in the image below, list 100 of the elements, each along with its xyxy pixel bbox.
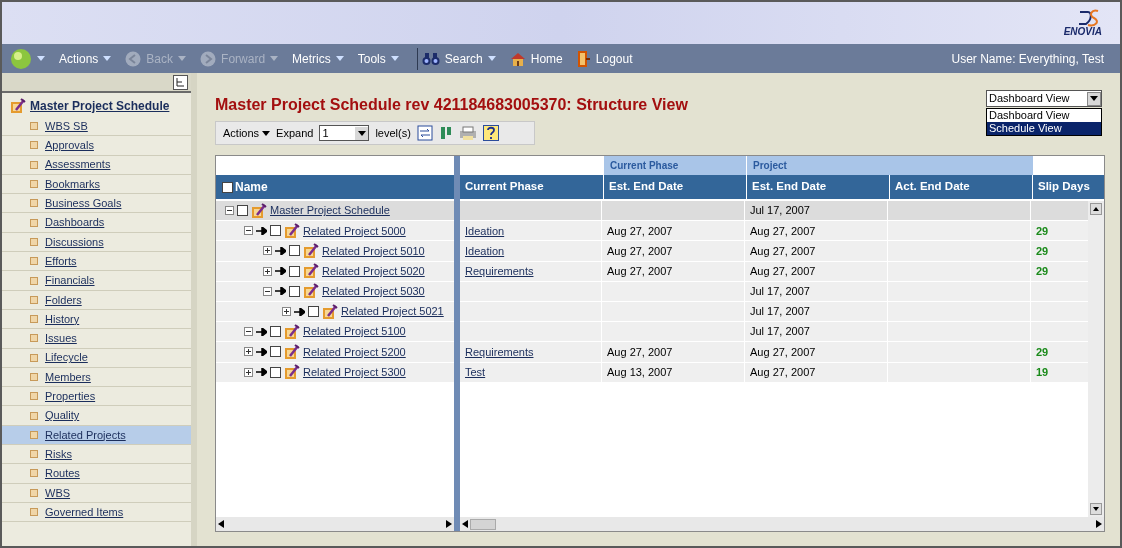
bullet-icon xyxy=(30,160,38,169)
right-arrow-icon xyxy=(294,307,305,316)
scroll-thumb[interactable] xyxy=(470,518,496,530)
project-icon xyxy=(10,98,26,114)
sidebar-item[interactable]: History xyxy=(2,309,191,330)
sidebar-item[interactable]: Financials xyxy=(2,271,191,291)
vertical-scrollbar[interactable] xyxy=(1088,201,1104,517)
sidebar-item[interactable]: Discussions xyxy=(2,232,191,253)
row-checkbox[interactable] xyxy=(270,225,281,237)
project-heading-link[interactable]: Master Project Schedule xyxy=(30,97,170,115)
table-cell-text: Aug 27, 2007 xyxy=(607,243,673,259)
sidebar-item[interactable]: Folders xyxy=(2,290,191,310)
right-arrow-icon xyxy=(256,368,267,377)
phase-link[interactable]: Requirements xyxy=(465,343,534,361)
scroll-down-icon[interactable] xyxy=(1090,503,1102,515)
bullet-icon xyxy=(30,315,38,324)
phase-link[interactable]: Test xyxy=(465,363,486,381)
bullet-icon xyxy=(30,334,38,343)
sidebar-item[interactable]: Bookmarks xyxy=(2,174,191,195)
sidebar-item[interactable]: Members xyxy=(2,367,191,388)
table-cell-text: Jul 17, 2007 xyxy=(750,284,810,300)
view-option[interactable]: Dashboard View xyxy=(987,109,1101,122)
sidebar-item[interactable]: WBS xyxy=(2,483,191,503)
row-checkbox[interactable] xyxy=(289,285,300,297)
swap-icon[interactable] xyxy=(416,125,433,141)
slip-days-value: 19 xyxy=(1036,364,1049,380)
brand-name: ENOVIA xyxy=(1063,27,1102,37)
phase-link[interactable]: Requirements xyxy=(465,262,534,280)
globe-logo-icon[interactable] xyxy=(10,47,32,70)
row-checkbox[interactable] xyxy=(270,346,281,358)
row-checkbox[interactable] xyxy=(270,366,281,378)
bullet-icon xyxy=(30,469,38,478)
scroll-up-icon[interactable] xyxy=(1090,203,1102,215)
sidebar-item[interactable]: Efforts xyxy=(2,252,191,272)
sidebar-item[interactable]: WBS SB xyxy=(2,117,191,137)
select-all-checkbox[interactable] xyxy=(222,181,233,193)
expand-icon[interactable] xyxy=(282,307,291,317)
bullet-icon xyxy=(30,237,38,246)
help-icon[interactable] xyxy=(482,125,499,141)
bullet-icon xyxy=(30,450,38,459)
expand-icon[interactable] xyxy=(244,367,253,377)
scroll-right-icon[interactable] xyxy=(446,520,452,528)
sidebar-item[interactable]: Properties xyxy=(2,387,191,407)
row-checkbox[interactable] xyxy=(289,245,300,257)
bullet-icon xyxy=(30,508,38,517)
phase-link[interactable]: Ideation xyxy=(465,222,505,240)
table-cell-text: Aug 27, 2007 xyxy=(750,263,816,279)
collapse-icon[interactable] xyxy=(263,286,272,296)
view-option[interactable]: Schedule View xyxy=(987,122,1101,135)
table-cell-text: Aug 27, 2007 xyxy=(750,364,816,380)
scroll-left-icon[interactable] xyxy=(462,520,468,528)
collapse-icon[interactable] xyxy=(244,226,253,236)
scroll-right-icon[interactable] xyxy=(1096,520,1102,528)
horizontal-scrollbar[interactable] xyxy=(216,517,454,531)
bullet-icon xyxy=(30,199,38,208)
view-select[interactable]: Dashboard View xyxy=(986,90,1102,107)
slip-days-value: 29 xyxy=(1036,223,1049,239)
sidebar-item[interactable]: Business Goals xyxy=(2,194,191,214)
printer-icon[interactable] xyxy=(458,125,477,141)
horizontal-scrollbar[interactable] xyxy=(460,517,1104,531)
nav-link[interactable]: Home xyxy=(530,49,563,68)
sidebar-item[interactable]: Risks xyxy=(2,445,191,465)
phase-link[interactable]: Ideation xyxy=(465,242,505,260)
group-header: Project xyxy=(747,156,1033,175)
project-icon xyxy=(284,323,300,340)
menu-link[interactable]: Actions xyxy=(59,49,99,68)
collapse-icon[interactable] xyxy=(225,206,234,216)
sidebar-item[interactable]: Related Projects xyxy=(2,425,191,446)
sidebar-item[interactable]: Governed Items xyxy=(2,502,191,523)
expand-select[interactable]: 1 xyxy=(319,125,370,141)
actions-menu[interactable]: Actions xyxy=(223,124,271,142)
sidebar-item[interactable]: Dashboards xyxy=(2,213,191,233)
row-checkbox[interactable] xyxy=(237,205,248,217)
levels-label: level(s) xyxy=(375,125,411,141)
collapse-icon[interactable] xyxy=(244,327,253,337)
row-checkbox[interactable] xyxy=(270,326,281,338)
expand-icon[interactable] xyxy=(263,246,272,256)
expand-icon[interactable] xyxy=(263,266,272,276)
door-icon xyxy=(576,49,591,68)
column-header: Name xyxy=(235,179,268,196)
row-checkbox[interactable] xyxy=(308,306,319,318)
table-cell-text: Jul 17, 2007 xyxy=(750,324,810,340)
binoculars-icon xyxy=(421,51,440,66)
right-arrow-icon xyxy=(275,246,286,255)
row-checkbox[interactable] xyxy=(289,265,300,277)
user-name: User Name: Everything, Test xyxy=(951,50,1104,68)
sidebar-item[interactable]: Routes xyxy=(2,464,191,484)
menu-link[interactable]: Metrics xyxy=(292,49,331,68)
scroll-left-icon[interactable] xyxy=(218,520,224,528)
sidebar-item[interactable]: Assessments xyxy=(2,155,191,175)
nav-link[interactable]: Logout xyxy=(595,49,633,68)
nav-link[interactable]: Search xyxy=(444,49,483,68)
sidebar-item[interactable]: Quality xyxy=(2,406,191,426)
sidebar-item[interactable]: Lifecycle xyxy=(2,348,191,368)
table-cell-text: Aug 27, 2007 xyxy=(607,223,673,239)
sidebar-item[interactable]: Issues xyxy=(2,329,191,349)
tree-toggle-icon[interactable] xyxy=(173,74,188,90)
sidebar-item[interactable]: Approvals xyxy=(2,136,191,156)
expand-icon[interactable] xyxy=(244,347,253,357)
menu-link[interactable]: Tools xyxy=(357,49,386,68)
